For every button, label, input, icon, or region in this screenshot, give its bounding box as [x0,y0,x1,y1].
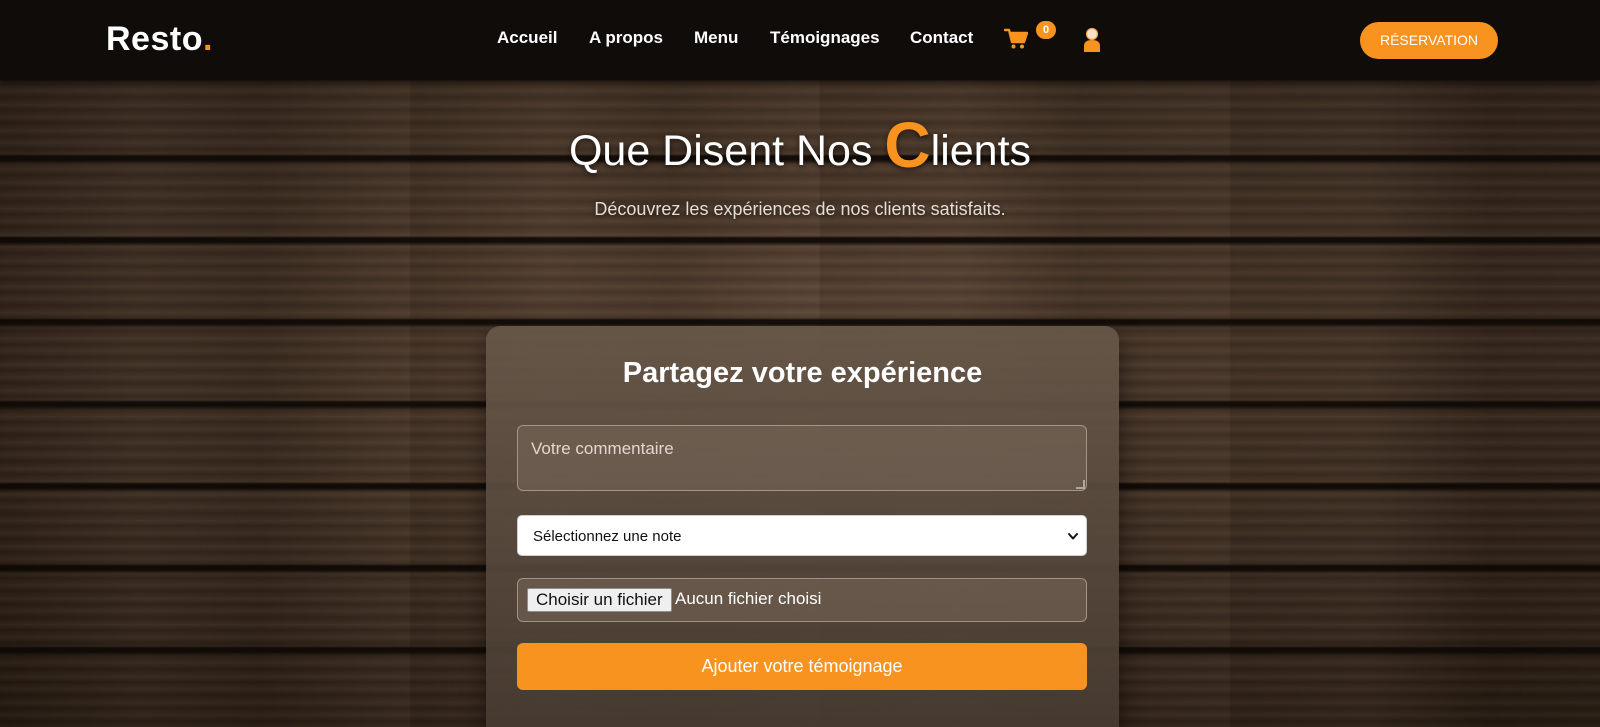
testimonial-form-card: Partagez votre expérience Sélectionnez u… [486,326,1119,727]
cart-count-badge: 0 [1036,21,1056,39]
rating-select-value: Sélectionnez une note [533,528,682,545]
cart-icon[interactable] [1003,28,1029,50]
resize-handle-icon[interactable] [1076,480,1085,489]
rating-select[interactable]: Sélectionnez une note [517,515,1087,556]
title-prefix: Que Disent Nos [568,127,885,175]
reservation-button[interactable]: RÉSERVATION [1360,22,1498,59]
title-suffix: lients [930,127,1032,175]
nav-link-temoignages[interactable]: Témoignages [770,28,880,48]
submit-testimonial-button[interactable]: Ajouter votre témoignage [517,643,1087,690]
file-status-text: Aucun fichier choisi [675,589,822,608]
form-title: Partagez votre expérience [622,357,983,389]
nav-link-accueil[interactable]: Accueil [497,28,557,48]
file-input: Choisir un fichier Aucun fichier choisi [517,578,1087,622]
chevron-down-icon [1066,516,1080,557]
title-highlight: C [884,109,931,181]
nav-link-menu[interactable]: Menu [694,28,738,48]
page-title: Que Disent Nos Clients [0,108,1600,182]
nav-link-a-propos[interactable]: A propos [589,28,663,48]
nav-link-contact[interactable]: Contact [910,28,973,48]
user-icon[interactable] [1082,27,1102,53]
choose-file-button[interactable]: Choisir un fichier [527,588,672,612]
navbar: Resto. Accueil A propos Menu Témoignages… [0,0,1600,80]
page-subtitle: Découvrez les expériences de nos clients… [594,199,1006,219]
comment-textarea[interactable] [517,425,1087,491]
